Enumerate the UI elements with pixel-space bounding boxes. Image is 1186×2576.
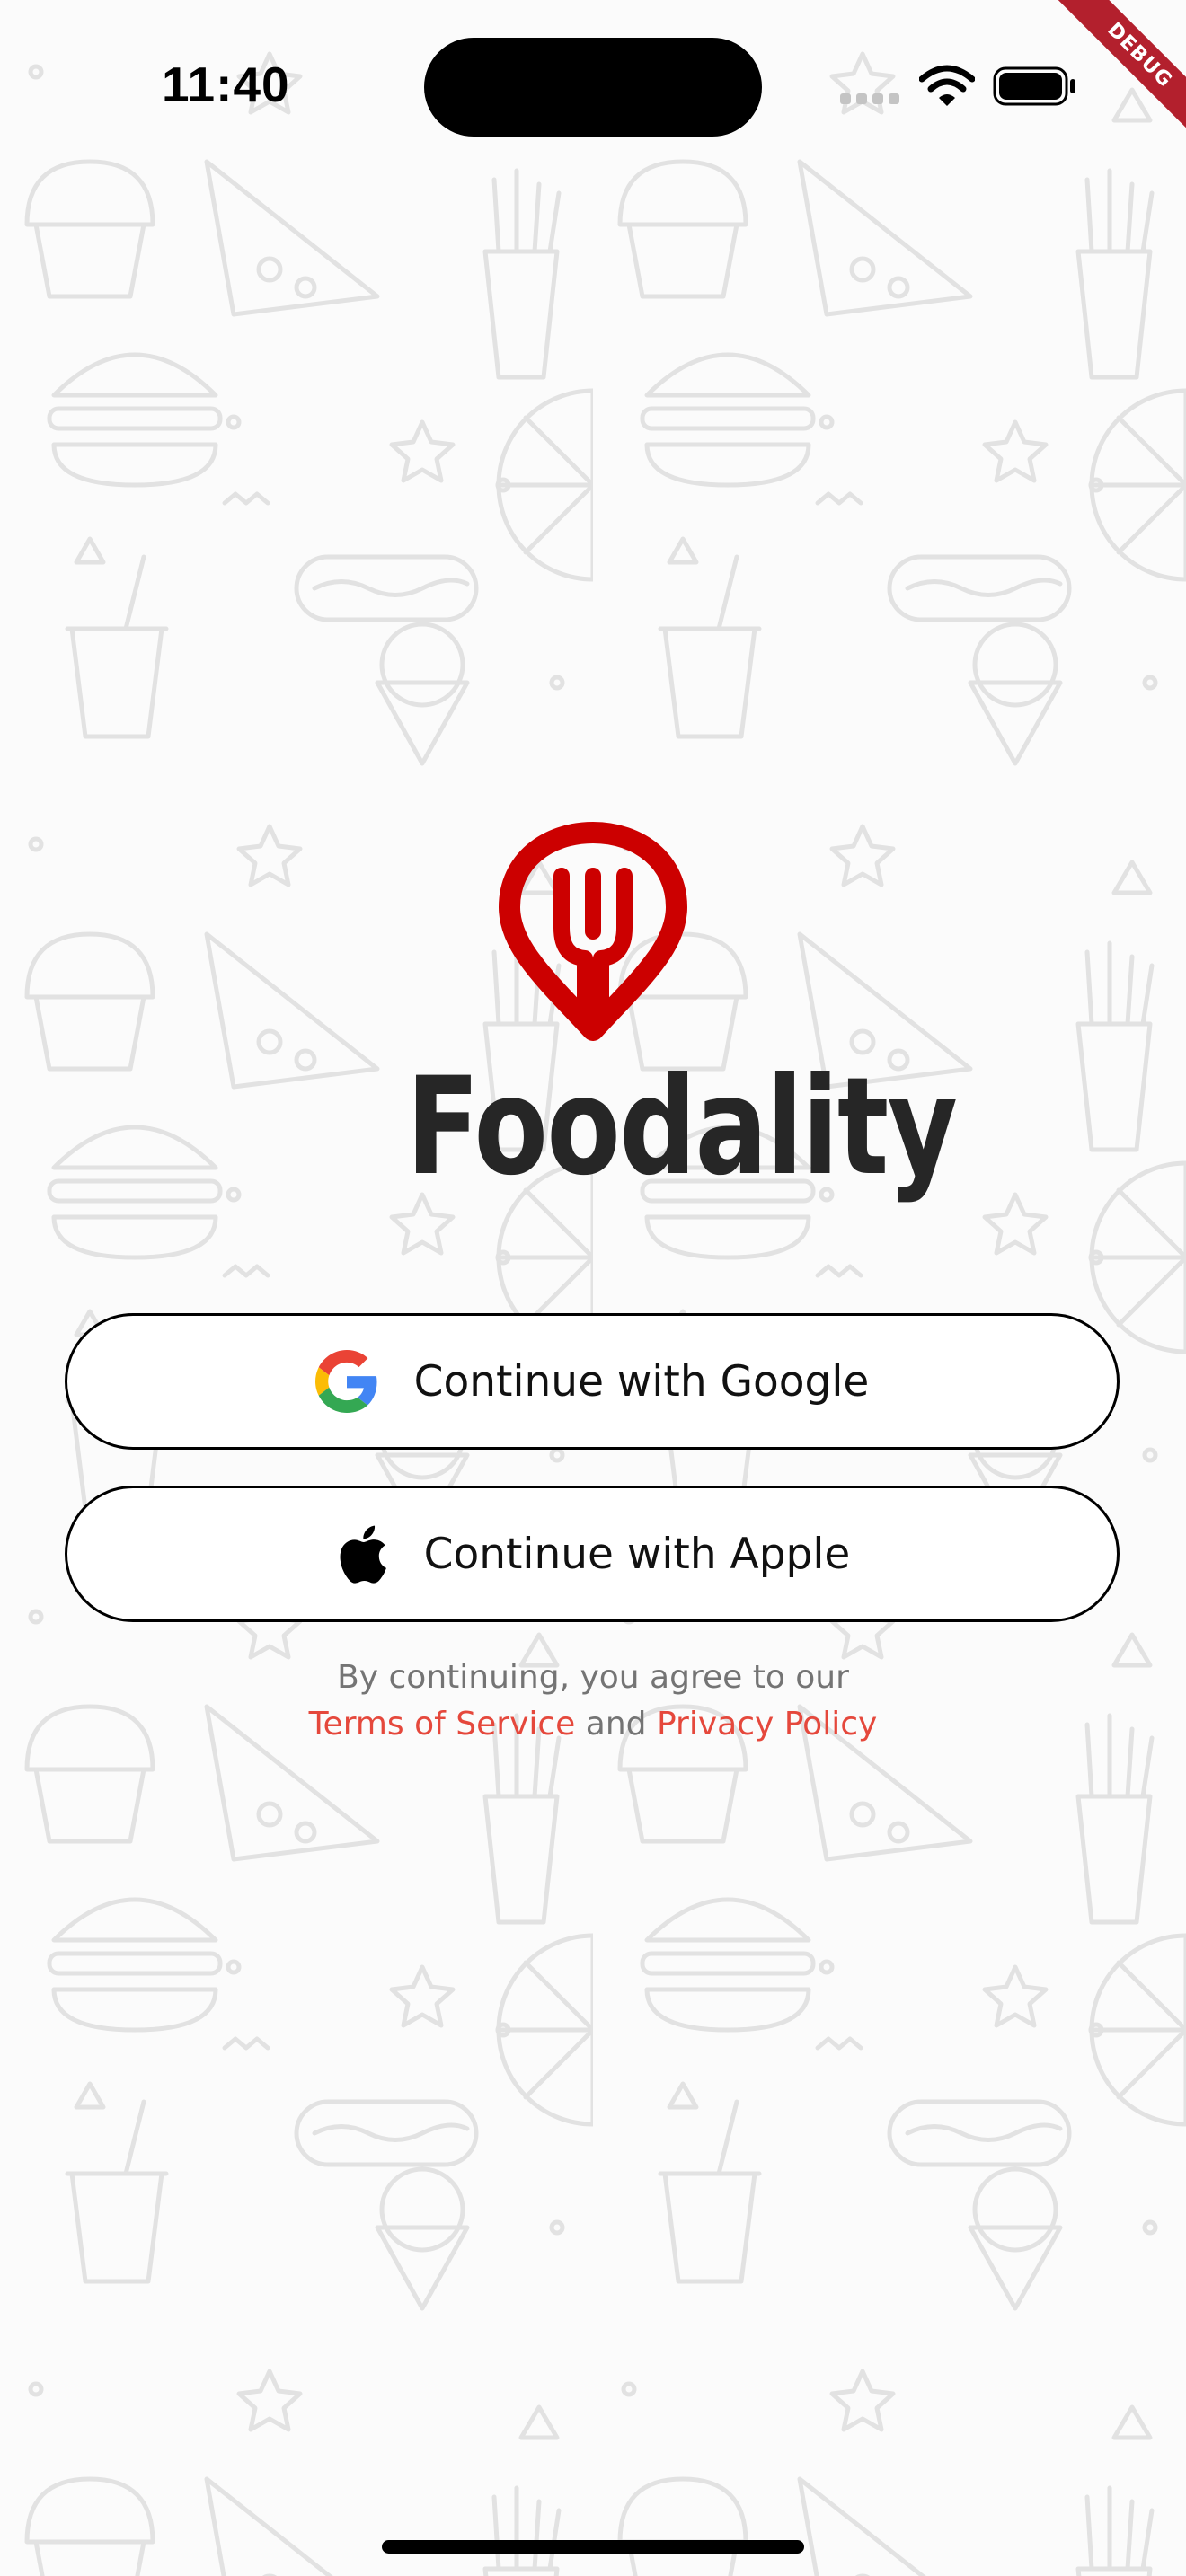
home-indicator[interactable] xyxy=(382,2540,804,2554)
terms-of-service-link[interactable]: Terms of Service xyxy=(309,1706,576,1742)
wifi-icon xyxy=(919,65,975,106)
fork-pin-icon xyxy=(499,822,687,1041)
dynamic-island xyxy=(424,38,762,137)
continue-with-google-button[interactable]: Continue with Google xyxy=(65,1313,1120,1450)
status-time: 11:40 xyxy=(162,57,290,112)
apple-button-label: Continue with Apple xyxy=(423,1529,851,1579)
privacy-policy-link[interactable]: Privacy Policy xyxy=(657,1706,877,1742)
legal-prefix: By continuing, you agree to our xyxy=(337,1659,849,1696)
legal-and-text: and xyxy=(585,1706,647,1742)
google-icon xyxy=(314,1350,378,1413)
google-button-label: Continue with Google xyxy=(413,1356,870,1407)
apple-icon xyxy=(334,1522,388,1586)
continue-with-apple-button[interactable]: Continue with Apple xyxy=(65,1486,1120,1622)
food-doodle-background xyxy=(0,0,1186,2576)
cellular-signal-icon xyxy=(840,93,899,104)
brand-wordmark: Foodality xyxy=(406,1049,958,1205)
debug-banner: DEBUG xyxy=(1006,0,1186,180)
legal-links-line: Terms of Service and Privacy Policy xyxy=(0,1701,1186,1748)
legal-notice: By continuing, you agree to our Terms of… xyxy=(0,1654,1186,1748)
debug-ribbon-label: DEBUG xyxy=(1031,0,1186,164)
brand-logo: Foodality xyxy=(359,822,958,1235)
